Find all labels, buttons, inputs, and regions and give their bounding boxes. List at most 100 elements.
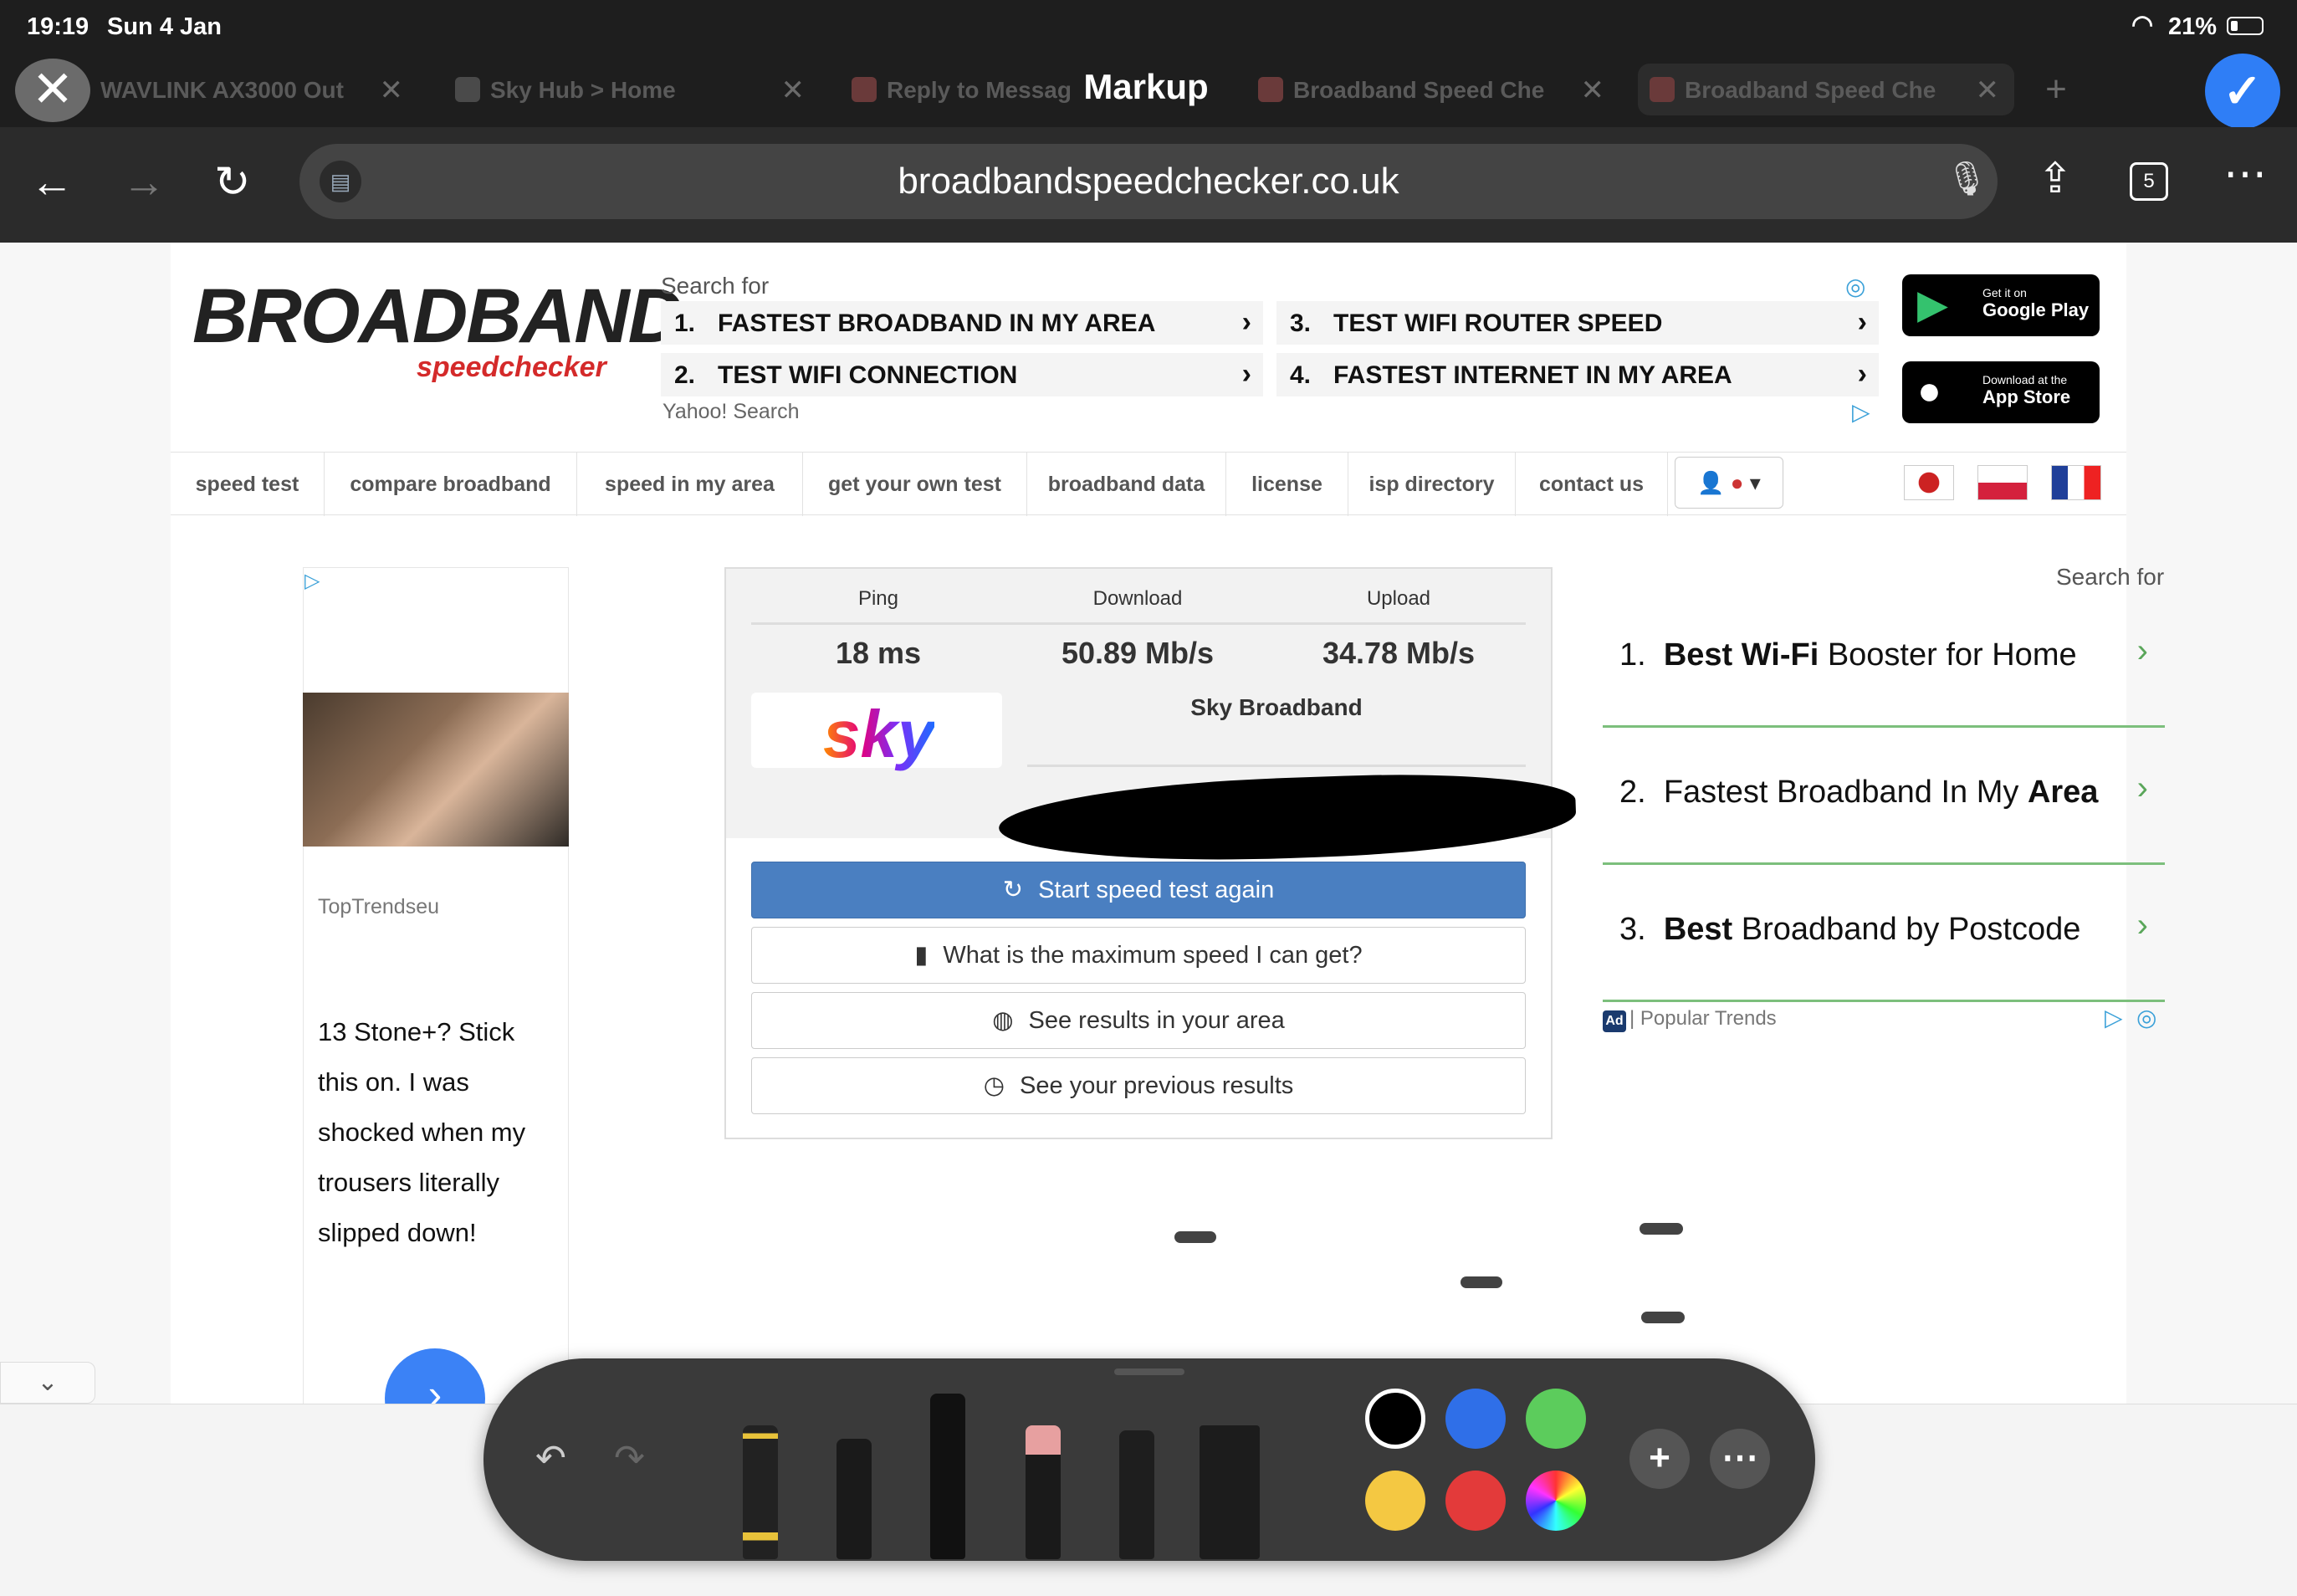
checkmark-icon[interactable]: ✓ — [2205, 54, 2280, 129]
tab-count-icon[interactable]: 5 — [2130, 162, 2168, 201]
close-tab-icon[interactable]: ✕ — [1976, 74, 2000, 107]
browser-tab[interactable]: WAVLINK AX3000 Out ✕ — [92, 64, 418, 115]
browser-tab-active[interactable]: Broadband Speed Chec ✕ — [1638, 64, 2014, 115]
nav-broadband-data[interactable]: broadband data — [1027, 453, 1226, 516]
ad-text: 3. Best Broadband by Postcode — [1619, 912, 2080, 948]
previous-results-button[interactable]: ◷ See your previous results — [751, 1057, 1526, 1114]
ad-num: 1. — [1619, 637, 1646, 673]
nav-speed-test[interactable]: speed test — [171, 453, 325, 516]
ad-text: 1. Best Wi-Fi Booster for Home — [1619, 637, 2077, 673]
ad-num: 2. — [1619, 775, 1646, 810]
refresh-icon: ↻ — [1002, 877, 1024, 903]
color-swatch-green[interactable] — [1526, 1389, 1586, 1449]
ad-num: 2. — [674, 361, 696, 389]
ad-link[interactable]: 3. Best Broadband by Postcode › — [1603, 865, 2165, 1002]
divider — [751, 622, 1526, 625]
close-tab-icon[interactable]: ✕ — [781, 74, 806, 107]
ad-provider: Yahoo! Search — [662, 400, 800, 423]
eraser-tool-icon[interactable] — [1026, 1425, 1061, 1559]
pen-tool-icon[interactable] — [743, 1425, 778, 1559]
ad-num: 3. — [1290, 309, 1312, 337]
color-swatch-red[interactable] — [1445, 1471, 1506, 1531]
ad-footer-text: Popular Trends — [1640, 1007, 1777, 1030]
ad-link[interactable]: 1. FASTEST BROADBAND IN MY AREA › — [661, 301, 1263, 345]
download-label: Download — [1092, 587, 1183, 610]
globe-icon: ◍ — [992, 1007, 1014, 1034]
marker-tool-icon[interactable] — [930, 1394, 965, 1559]
flag-poland-icon[interactable] — [1977, 465, 2028, 500]
nav-speed-in-my-area[interactable]: speed in my area — [577, 453, 803, 516]
ad-link[interactable]: 1. Best Wi-Fi Booster for Home › — [1603, 591, 2165, 728]
chevron-down-icon[interactable]: ⌄ — [0, 1362, 95, 1404]
markup-title: Markup — [1083, 67, 1209, 106]
new-tab-icon[interactable]: + — [2031, 65, 2081, 115]
site-logo[interactable]: BROADBAND speedchecker — [192, 268, 683, 385]
color-swatch-black[interactable] — [1365, 1389, 1425, 1449]
flag-france-icon[interactable] — [2051, 465, 2101, 500]
browser-tab[interactable]: Sky Hub > Home ✕ — [443, 64, 820, 115]
button-label: What is the maximum speed I can get? — [943, 942, 1363, 969]
nav-compare-broadband[interactable]: compare broadband — [325, 453, 577, 516]
close-tab-icon[interactable]: ✕ — [380, 74, 404, 107]
ad-text: TEST WIFI CONNECTION — [718, 361, 1018, 389]
ad-link[interactable]: 4. FASTEST INTERNET IN MY AREA › — [1276, 353, 1879, 396]
close-icon[interactable]: ✕ — [15, 59, 90, 122]
ink-mark — [1641, 1312, 1685, 1323]
ad-link[interactable]: 2. Fastest Broadband In My Area › — [1603, 728, 2165, 865]
ad-bold: Area — [2027, 775, 2099, 810]
chevron-right-icon: › — [1241, 306, 1251, 338]
nav-contact-us[interactable]: contact us — [1516, 453, 1668, 516]
share-icon[interactable]: ⇪ — [2038, 154, 2073, 202]
ad-link[interactable]: 3. TEST WIFI ROUTER SPEED › — [1276, 301, 1879, 345]
ad-rest: Booster for Home — [1819, 637, 2077, 673]
nav-isp-directory[interactable]: isp directory — [1348, 453, 1516, 516]
undo-icon[interactable]: ↶ — [535, 1437, 566, 1480]
forward-icon[interactable]: → — [122, 157, 166, 207]
chevron-right-icon: › — [1857, 358, 1867, 390]
results-in-area-button[interactable]: ◍ See results in your area — [751, 992, 1526, 1049]
nav-get-your-own-test[interactable]: get your own test — [803, 453, 1027, 516]
hide-ad-icon[interactable]: ◎ — [1845, 273, 1865, 300]
isp-logo: sky — [751, 693, 1002, 771]
tab-label: Broadband Speed Chec — [1685, 77, 1936, 103]
redo-icon[interactable]: ↷ — [614, 1437, 645, 1480]
color-swatch-blue[interactable] — [1445, 1389, 1506, 1449]
app-store-button[interactable]: ● Download at the App Store — [1902, 361, 2100, 423]
color-swatch-yellow[interactable] — [1365, 1471, 1425, 1531]
chevron-right-icon: › — [1241, 358, 1251, 390]
adchoices-icon[interactable]: ▷ — [1852, 398, 1870, 426]
ad-link[interactable]: 2. TEST WIFI CONNECTION › — [661, 353, 1263, 396]
status-dot-icon: ● — [1730, 470, 1744, 495]
toolbar-grabber[interactable] — [1114, 1368, 1184, 1375]
adchoices-icon[interactable]: ▷ — [2105, 1004, 2123, 1031]
logo-sub: speedchecker — [417, 351, 606, 383]
pencil-tool-icon[interactable] — [1119, 1430, 1154, 1559]
nav-license[interactable]: license — [1226, 453, 1348, 516]
hide-ad-icon[interactable]: ◎ — [2136, 1004, 2156, 1031]
maximum-speed-button[interactable]: ▮ What is the maximum speed I can get? — [751, 927, 1526, 984]
close-tab-icon[interactable]: ✕ — [1581, 74, 1605, 107]
fineliner-tool-icon[interactable] — [836, 1439, 872, 1559]
url-field[interactable]: ▤ broadbandspeedchecker.co.uk 🎙 — [299, 144, 1998, 219]
start-speed-test-again-button[interactable]: ↻ Start speed test again — [751, 862, 1526, 918]
store-line1: Get it on — [1982, 286, 2027, 299]
battery-icon — [2227, 17, 2264, 35]
adchoices-icon[interactable]: ▷ — [304, 569, 320, 593]
ad-image[interactable] — [303, 693, 569, 847]
ad-text: 2. Fastest Broadband In My Area — [1619, 775, 2098, 811]
browser-tab[interactable]: Broadband Speed Che ✕ — [1246, 64, 1619, 115]
user-dropdown[interactable]: 👤 ● ▾ — [1675, 457, 1783, 509]
ink-mark — [1174, 1231, 1216, 1243]
google-play-button[interactable]: ▶ Get it on Google Play — [1902, 274, 2100, 336]
microphone-icon[interactable]: 🎙 — [1946, 159, 1988, 198]
ruler-tool-icon[interactable] — [1200, 1425, 1260, 1559]
color-picker-icon[interactable] — [1526, 1471, 1586, 1531]
button-label: See results in your area — [1028, 1007, 1285, 1034]
more-icon[interactable]: ⋯ — [2223, 149, 2267, 199]
back-icon[interactable]: ← — [30, 157, 74, 207]
more-options-icon[interactable]: ⋯ — [1710, 1429, 1770, 1489]
ad-bold: Best — [1663, 912, 1733, 947]
reload-icon[interactable]: ↻ — [214, 157, 251, 207]
flag-japan-icon[interactable] — [1904, 465, 1954, 500]
add-icon[interactable]: + — [1629, 1429, 1690, 1489]
